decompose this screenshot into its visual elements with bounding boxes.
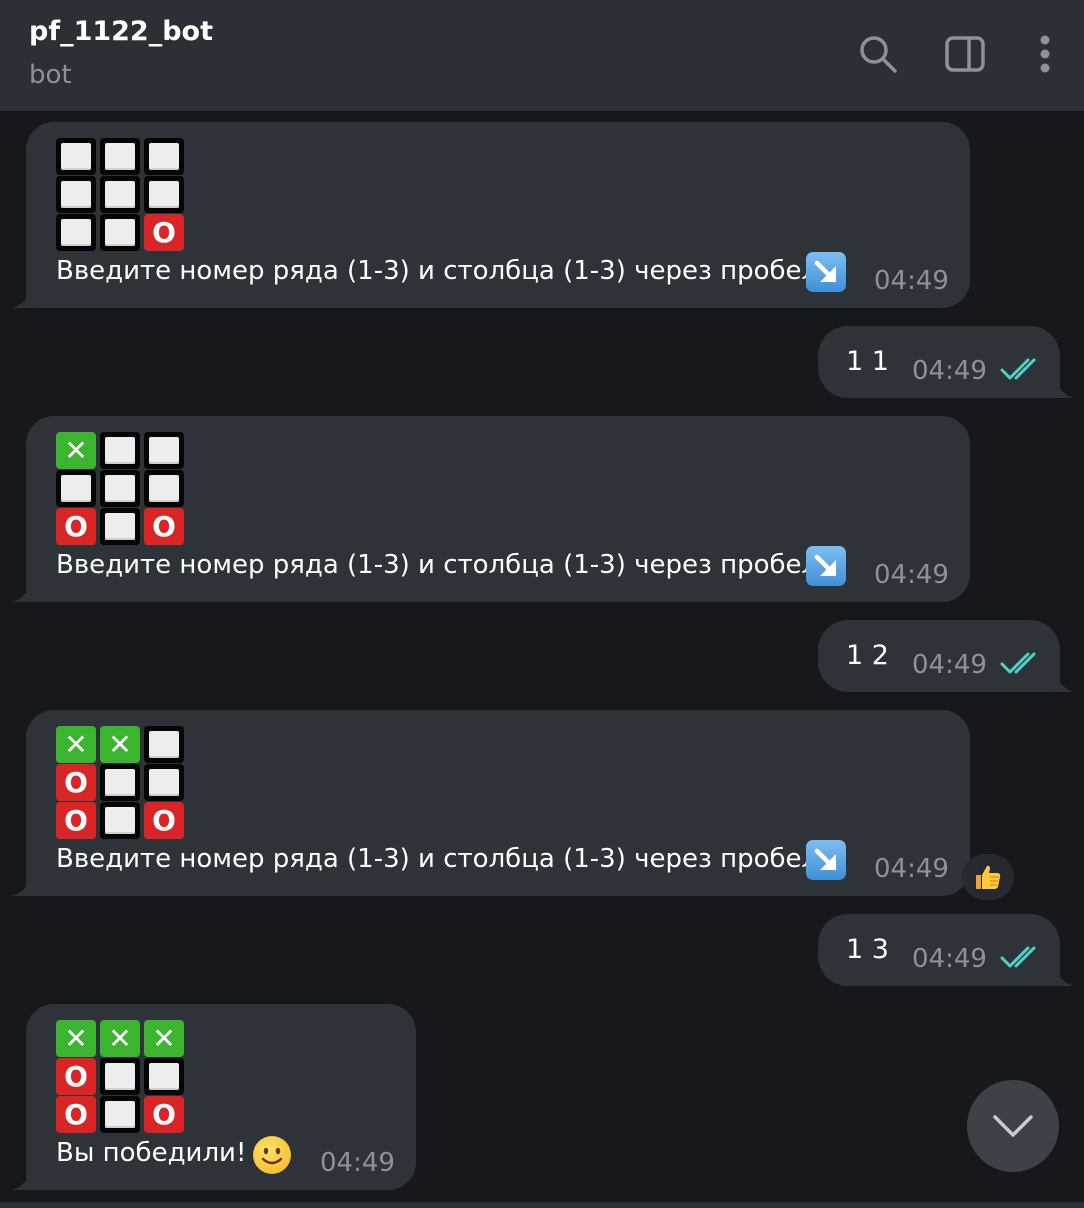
- cell-empty: [56, 470, 96, 507]
- cell-empty: [144, 138, 184, 175]
- cell-x: ✕: [56, 726, 96, 763]
- cell-empty: [56, 214, 96, 251]
- cell-o: O: [56, 802, 96, 839]
- cell-x: ✕: [56, 432, 96, 469]
- cell-empty: [56, 138, 96, 175]
- arrow-down-right-icon: [806, 252, 846, 292]
- message-text: Вы победили!: [56, 1138, 247, 1168]
- message-time: 04:49: [912, 944, 987, 974]
- cell-empty: [100, 176, 140, 213]
- outgoing-message[interactable]: 1 1 04:49: [818, 326, 1074, 398]
- arrow-down-right-icon: [806, 840, 846, 880]
- message-time: 04:49: [874, 560, 949, 590]
- incoming-message[interactable]: ✕ ✕ O O O Введите номер ряда (1-3) и столбца…: [12, 710, 970, 896]
- cell-empty: [144, 764, 184, 801]
- reaction-badge[interactable]: [962, 854, 1014, 900]
- cell-empty: [100, 508, 140, 545]
- cell-o: O: [56, 1058, 96, 1095]
- composer-edge: [0, 1202, 1084, 1208]
- double-check-icon: [1000, 358, 1036, 380]
- bubble-tail: [1054, 672, 1074, 692]
- thumbs-up-icon: [976, 865, 1001, 889]
- double-check-icon: [1000, 652, 1036, 674]
- cell-empty: [100, 1096, 140, 1133]
- bubble-tail: [1054, 966, 1074, 986]
- incoming-message[interactable]: O Введите номер ряда (1-3) и столбца (1-…: [12, 122, 970, 308]
- more-button[interactable]: [1023, 30, 1067, 78]
- message-text: Введите номер ряда (1-3) и столбца (1-3)…: [56, 550, 819, 580]
- cell-o: O: [144, 802, 184, 839]
- cell-empty: [144, 432, 184, 469]
- message-time: 04:49: [874, 266, 949, 296]
- incoming-message[interactable]: ✕ O O Введите номер ряда (1-3) и столбца (…: [12, 416, 970, 602]
- cell-o: O: [144, 508, 184, 545]
- outgoing-message[interactable]: 1 2 04:49: [818, 620, 1074, 692]
- cell-empty: [100, 802, 140, 839]
- double-check-icon: [1000, 946, 1036, 968]
- cell-empty: [56, 176, 96, 213]
- cell-empty: [144, 470, 184, 507]
- scroll-down-button[interactable]: [967, 1080, 1059, 1172]
- cell-x: ✕: [100, 1020, 140, 1057]
- search-icon: [860, 36, 897, 73]
- cell-empty: [100, 214, 140, 251]
- bubble-tail: [12, 582, 32, 602]
- message-time: 04:49: [912, 650, 987, 680]
- cell-empty: [100, 432, 140, 469]
- chat-header: pf_1122_bot bot: [0, 0, 1084, 112]
- sidebar-toggle-button[interactable]: [943, 30, 987, 78]
- cell-empty: [100, 764, 140, 801]
- message-text: 1 1: [846, 346, 889, 377]
- cell-empty: [144, 1058, 184, 1095]
- message-text: 1 2: [846, 640, 889, 671]
- chat-title[interactable]: pf_1122_bot: [29, 16, 213, 47]
- cell-o: O: [144, 214, 184, 251]
- bubble-tail: [12, 288, 32, 308]
- cell-empty: [144, 726, 184, 763]
- message-text: Введите номер ряда (1-3) и столбца (1-3)…: [56, 844, 819, 874]
- more-vertical-icon: [1040, 35, 1050, 73]
- message-time: 04:49: [874, 854, 949, 884]
- cell-o: O: [56, 1096, 96, 1133]
- bubble-tail: [1054, 378, 1074, 398]
- cell-x: ✕: [56, 1020, 96, 1057]
- outgoing-message[interactable]: 1 3 04:49: [818, 914, 1074, 986]
- search-button[interactable]: [856, 30, 900, 78]
- message-time: 04:49: [912, 356, 987, 386]
- cell-o: O: [56, 508, 96, 545]
- chevron-down-icon: [993, 1115, 1033, 1137]
- message-text: 1 3: [846, 934, 889, 965]
- incoming-message[interactable]: ✕ ✕ ✕ O O O Вы победили! 04:49: [12, 1004, 416, 1190]
- bubble-tail: [12, 876, 32, 896]
- arrow-down-right-icon: [806, 546, 846, 586]
- bubble-tail: [12, 1170, 32, 1190]
- cell-x: ✕: [144, 1020, 184, 1057]
- cell-o: O: [144, 1096, 184, 1133]
- cell-empty: [144, 176, 184, 213]
- cell-empty: [100, 470, 140, 507]
- cell-o: O: [56, 764, 96, 801]
- smiling-face-icon: [253, 1136, 291, 1174]
- message-time: 04:49: [320, 1148, 395, 1178]
- cell-x: ✕: [100, 726, 140, 763]
- sidebar-toggle-icon: [945, 36, 985, 72]
- cell-empty: [100, 1058, 140, 1095]
- message-text: Введите номер ряда (1-3) и столбца (1-3)…: [56, 256, 819, 286]
- chat-subtitle: bot: [29, 60, 72, 90]
- cell-empty: [100, 138, 140, 175]
